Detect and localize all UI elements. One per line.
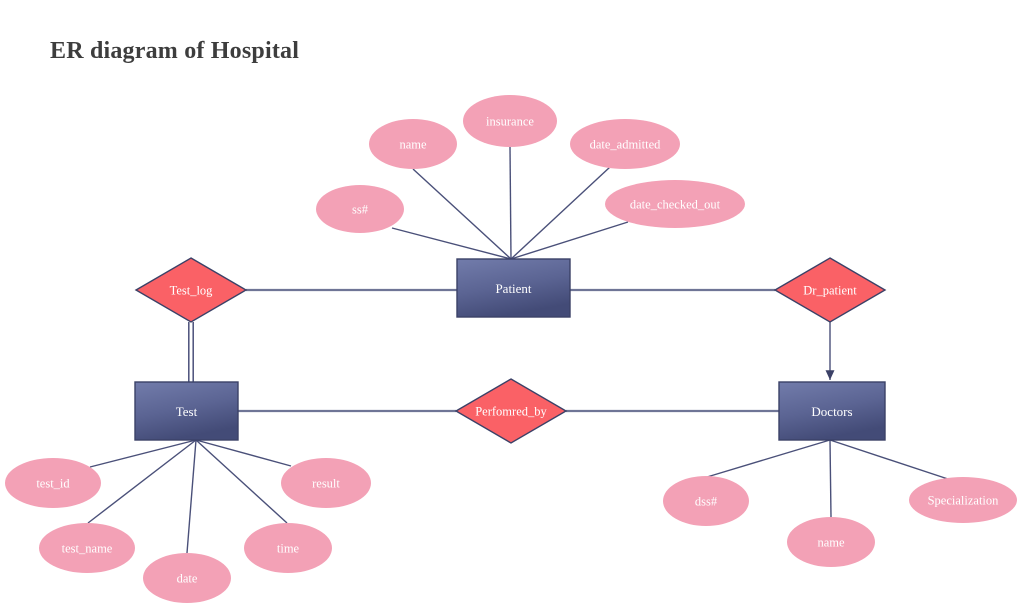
- entity-label-patient: Patient: [495, 281, 531, 296]
- attribute-node-patient_name[interactable]: name: [369, 119, 457, 169]
- attribute-label-patient_name: name: [399, 138, 427, 152]
- attribute-node-patient_date_checked_out[interactable]: date_checked_out: [605, 180, 745, 228]
- entity-label-test: Test: [176, 404, 198, 419]
- attribute-node-test_result[interactable]: result: [281, 458, 371, 508]
- attribute-node-test_id[interactable]: test_id: [5, 458, 101, 508]
- entity-node-patient[interactable]: Patient: [456, 258, 571, 318]
- attribute-label-doctor_name: name: [817, 536, 845, 550]
- attribute-label-patient_date_admitted: date_admitted: [590, 138, 662, 152]
- attribute-label-patient_insurance: insurance: [486, 115, 534, 129]
- attribute-node-group: ss# name insurance date_admitted date_checke…: [5, 95, 1017, 603]
- attribute-node-test_name[interactable]: test_name: [39, 523, 135, 573]
- attribute-edge-doctor_name: [829, 439, 832, 518]
- attribute-label-patient_ss: ss#: [352, 203, 369, 217]
- er-diagram-canvas: ER diagram of Hospital ss# name insurance d…: [0, 0, 1021, 615]
- entity-label-doctors: Doctors: [811, 404, 852, 419]
- attribute-label-patient_date_checked_out: date_checked_out: [630, 198, 721, 212]
- attribute-edge-group: [87, 146, 949, 554]
- er-diagram-svg: ss# name insurance date_admitted date_checke…: [5, 95, 1017, 603]
- attribute-label-test_id: test_id: [36, 477, 70, 491]
- attribute-node-patient_ss[interactable]: ss#: [316, 185, 404, 233]
- relationship-node-test_log[interactable]: Test_log: [134, 257, 248, 323]
- attribute-edge-patient_insurance: [509, 146, 512, 260]
- attribute-node-test_time[interactable]: time: [244, 523, 332, 573]
- attribute-edge-test_id: [89, 439, 197, 468]
- relationship-label-dr_patient: Dr_patient: [803, 284, 857, 298]
- attribute-label-test_result: result: [312, 477, 340, 491]
- attribute-label-test_name: test_name: [62, 542, 113, 556]
- attribute-node-doctor_specialization[interactable]: Specialization: [909, 477, 1017, 523]
- attribute-edge-test_name: [87, 439, 197, 524]
- attribute-edge-doctor_dss: [706, 439, 831, 478]
- attribute-edge-patient_date_admitted: [510, 166, 611, 260]
- attribute-node-test_date[interactable]: date: [143, 553, 231, 603]
- attribute-edge-patient_name: [412, 168, 512, 260]
- relationship-label-test_log: Test_log: [170, 284, 214, 298]
- attribute-node-patient_insurance[interactable]: insurance: [463, 95, 557, 147]
- attribute-label-doctor_dss: dss#: [695, 495, 718, 509]
- relationship-node-dr_patient[interactable]: Dr_patient: [773, 257, 887, 323]
- attribute-node-doctor_dss[interactable]: dss#: [663, 476, 749, 526]
- attribute-label-test_time: time: [277, 542, 300, 556]
- entity-node-doctors[interactable]: Doctors: [778, 381, 886, 441]
- attribute-node-doctor_name[interactable]: name: [787, 517, 875, 567]
- attribute-label-doctor_specialization: Specialization: [928, 494, 1000, 508]
- attribute-edge-test_date: [186, 439, 197, 554]
- entity-node-test[interactable]: Test: [134, 381, 239, 441]
- relationship-label-perfomred_by: Perfomred_by: [475, 405, 547, 419]
- attribute-edge-patient_date_checked_out: [510, 221, 629, 260]
- attribute-label-test_date: date: [177, 572, 198, 586]
- attribute-edge-doctor_specialization: [829, 439, 949, 480]
- relationship-node-perfomred_by[interactable]: Perfomred_by: [454, 378, 568, 444]
- attribute-node-patient_date_admitted[interactable]: date_admitted: [570, 119, 680, 169]
